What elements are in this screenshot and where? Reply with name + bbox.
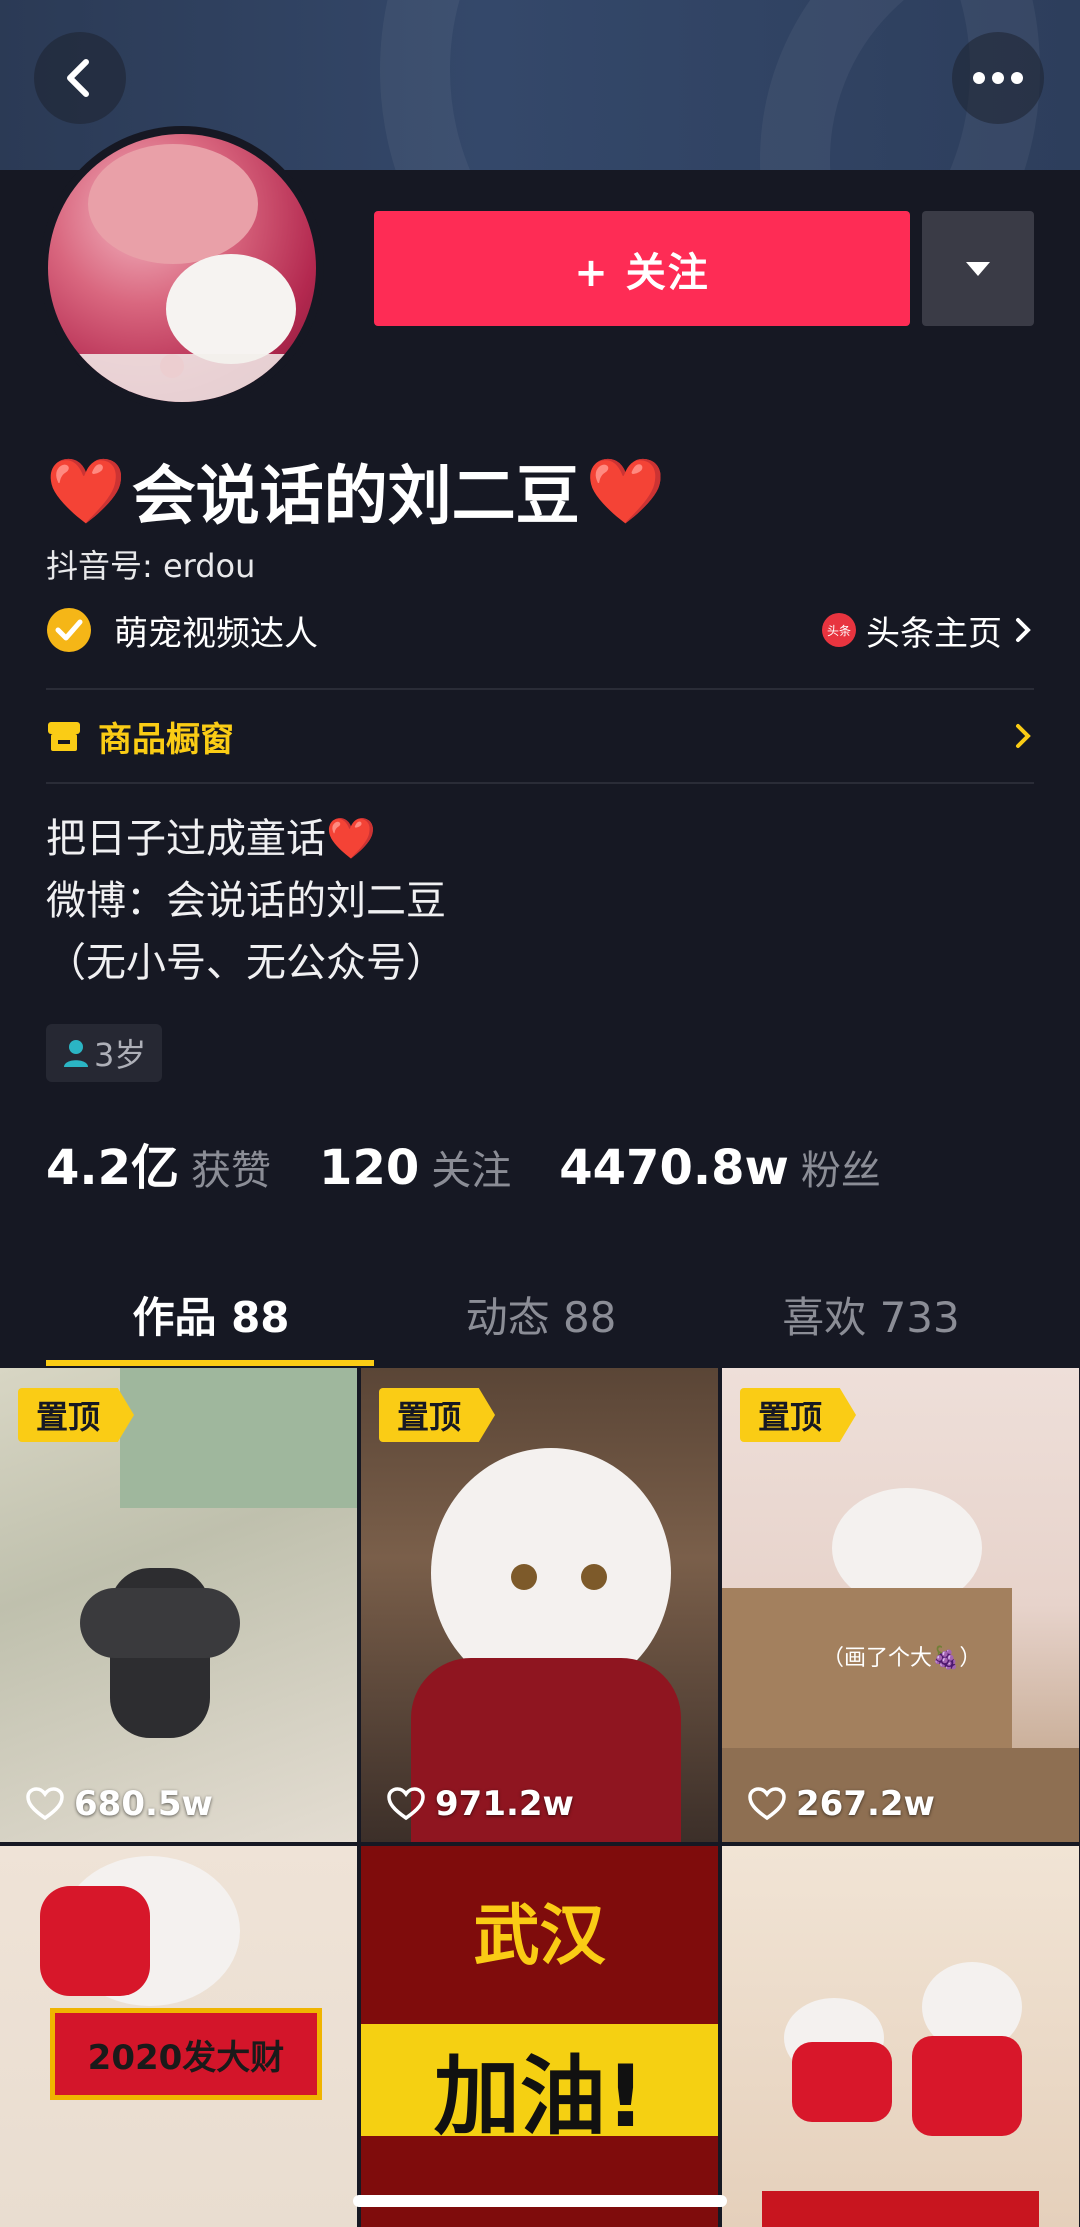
tab-works[interactable]: 作品 88 [46,1262,376,1366]
nickname-text: 会说话的刘二豆 [131,460,580,534]
tab-likes[interactable]: 喜欢 733 [706,1262,1036,1366]
video-banner: 2020发大财 [50,2008,322,2100]
age-tag: 3岁 [46,1024,163,1082]
follow-dropdown-button[interactable] [922,211,1034,326]
pinned-badge: 置顶 [379,1388,496,1442]
person-icon [64,1040,88,1067]
likes-count: 4.2亿 [46,1140,180,1196]
avatar-image [48,134,316,402]
chevron-left-icon [67,59,89,97]
video-tile[interactable]: 2020发大财 [0,1846,357,2227]
heart-emoji: ❤️ [46,454,126,529]
toutiao-badge-icon: 头条 [822,613,856,647]
bio-line: （无小号、无公众号） [46,940,446,986]
toutiao-link[interactable]: 头条 头条主页 [822,606,1034,655]
like-count-value: 971.2w [435,1784,574,1824]
divider [46,688,1034,690]
video-caption: （画了个大🍇） [822,1646,982,1671]
chevron-right-icon [1016,724,1031,748]
tab-indicator [46,1360,374,1366]
pinned-badge: 置顶 [740,1388,857,1442]
heart-outline-icon [387,1787,425,1821]
video-tile[interactable]: 置顶 971.2w [361,1368,718,1842]
like-count: 267.2w [748,1784,935,1824]
verified-check-icon [47,608,91,652]
verified-label: 萌宠视频达人 [114,613,318,654]
shop-window-row[interactable]: 商品橱窗 [46,706,1034,766]
video-tile[interactable]: 置顶 680.5w [0,1368,357,1842]
heart-outline-icon [26,1787,64,1821]
douyin-id: 抖音号: erdou [46,547,256,585]
followers-label[interactable]: 粉丝 [801,1138,881,1196]
pinned-badge: 置顶 [18,1388,135,1442]
video-banner-text: 2020发大财 [87,2037,285,2078]
followers-count[interactable]: 4470.8w [559,1140,789,1196]
back-button[interactable] [34,32,126,124]
tab-moments[interactable]: 动态 88 [376,1262,706,1366]
more-options-button[interactable] [952,32,1044,124]
following-label[interactable]: 关注 [431,1138,511,1196]
bio-line: 把日子过成童话❤️ [46,816,376,862]
caret-down-icon [966,261,990,276]
avatar[interactable] [40,126,324,410]
content-tabs: 作品 88 动态 88 喜欢 733 [0,1262,1080,1366]
stats-row: 4.2亿 获赞 120 关注 4470.8w 粉丝 [46,1128,929,1198]
bio: 把日子过成童话❤️ 微博：会说话的刘二豆 （无小号、无公众号） [46,808,446,994]
heart-emoji: ❤️ [585,454,666,529]
divider [46,782,1034,784]
like-count: 971.2w [387,1784,574,1824]
age-label: 3岁 [94,1036,147,1074]
follow-button[interactable]: + 关注 [374,211,910,326]
verified-row: 萌宠视频达人 头条 头条主页 [46,602,1034,658]
likes-label: 获赞 [191,1148,272,1194]
following-count[interactable]: 120 [319,1140,419,1196]
bio-line: 微博：会说话的刘二豆 [46,878,446,924]
video-title-line1: 武汉 [473,1897,606,1974]
video-title-line2: 加油! [433,2047,646,2147]
toutiao-label: 头条主页 [866,613,1002,654]
video-tile[interactable]: 武汉 加油! [361,1846,718,2227]
like-count: 680.5w [26,1784,213,1824]
like-count-value: 680.5w [74,1784,213,1824]
heart-outline-icon [748,1787,786,1821]
video-tile[interactable]: （画了个大🍇） 置顶 267.2w [722,1368,1079,1842]
chevron-right-icon [1016,618,1031,642]
ellipsis-icon [973,72,1023,84]
nickname: ❤️ 会说话的刘二豆 ❤️ [46,445,665,537]
like-count-value: 267.2w [796,1784,935,1824]
home-indicator [353,2195,727,2207]
shop-label: 商品橱窗 [98,719,234,760]
video-tile[interactable] [722,1846,1079,2227]
store-icon [48,722,80,751]
